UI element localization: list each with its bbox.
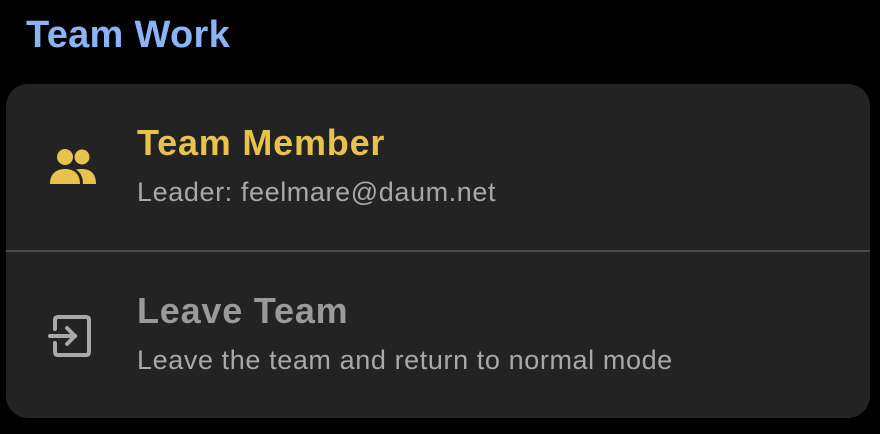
- team-settings-card: Team Member Leader: feelmare@daum.net Le…: [6, 84, 870, 418]
- team-leader-text: Leader: feelmare@daum.net: [137, 177, 497, 207]
- team-member-title: Team Member: [137, 122, 386, 163]
- leave-team-row[interactable]: Leave Team Leave the team and return to …: [6, 252, 870, 418]
- section-title: Team Work: [26, 14, 231, 56]
- group-icon: [42, 138, 102, 198]
- leave-team-description: Leave the team and return to normal mode: [137, 345, 673, 375]
- exit-icon: [42, 306, 102, 366]
- team-member-row[interactable]: Team Member Leader: feelmare@daum.net: [6, 84, 870, 250]
- leave-team-title: Leave Team: [137, 290, 349, 331]
